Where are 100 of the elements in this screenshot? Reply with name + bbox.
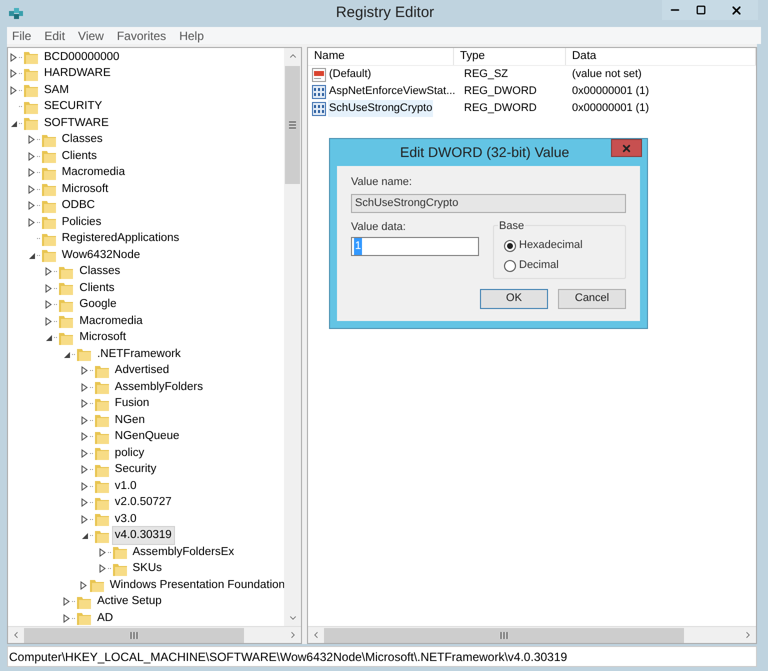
- expand-arrow-icon[interactable]: [28, 168, 36, 178]
- expand-arrow-icon[interactable]: [63, 597, 72, 606]
- tree-item[interactable]: SKUs: [130, 559, 165, 578]
- expand-arrow-icon[interactable]: [28, 152, 36, 161]
- tree-item[interactable]: Classes: [58, 130, 106, 150]
- value-name[interactable]: SchUseStrongCrypto: [328, 100, 434, 117]
- radio-button[interactable]: [504, 260, 516, 272]
- tree-item[interactable]: HARDWARE: [41, 64, 114, 84]
- expand-arrow-icon[interactable]: [80, 498, 89, 508]
- maximize-icon: [696, 5, 706, 15]
- expand-arrow-icon[interactable]: [80, 465, 89, 474]
- expand-arrow-icon[interactable]: [28, 135, 36, 144]
- dialog-button[interactable]: Cancel: [558, 288, 626, 308]
- value-data-label: Value data:: [351, 220, 407, 234]
- tree-item[interactable]: .NETFramework: [94, 344, 184, 364]
- expand-arrow-icon[interactable]: [45, 316, 54, 326]
- value-name[interactable]: AspNetEnforceViewStat...: [328, 83, 456, 100]
- expand-arrow-icon[interactable]: [28, 218, 36, 227]
- tree-item[interactable]: Active Setup: [94, 592, 165, 612]
- close-icon: [730, 4, 742, 16]
- expand-arrow-icon[interactable]: [80, 448, 89, 458]
- radio-button[interactable]: [504, 240, 516, 252]
- radio-option[interactable]: Hexadecimal: [504, 236, 625, 256]
- collapse-arrow-icon[interactable]: [45, 333, 54, 342]
- scroll-thumb[interactable]: [285, 66, 300, 184]
- tree-item[interactable]: AssemblyFolders: [112, 378, 206, 397]
- tree-item[interactable]: SECURITY: [41, 97, 106, 116]
- close-button[interactable]: [714, 0, 758, 20]
- minimize-button[interactable]: [662, 0, 688, 20]
- tree-item[interactable]: Microsoft: [76, 328, 130, 348]
- menu-item[interactable]: File: [12, 26, 32, 44]
- column-header[interactable]: Name: [308, 48, 454, 65]
- tree-item[interactable]: Macromedia: [76, 312, 146, 331]
- folder-icon: [23, 49, 39, 66]
- expand-arrow-icon[interactable]: [10, 52, 18, 62]
- tree-item[interactable]: SAM: [41, 80, 72, 100]
- expand-arrow-icon[interactable]: [10, 69, 18, 78]
- expand-arrow-icon[interactable]: [80, 366, 89, 376]
- expand-arrow-icon[interactable]: [28, 184, 36, 194]
- value-data: 0x00000001 (1): [571, 84, 650, 100]
- tree-item[interactable]: ODBC: [58, 196, 98, 216]
- status-path: Computer\HKEY_LOCAL_MACHINE\SOFTWARE\Wow6432Node\Microsoft\.NETFramework\v4.0.30319: [9, 648, 568, 666]
- expand-arrow-icon[interactable]: [80, 482, 89, 491]
- window-title: Registry Editor: [334, 3, 436, 24]
- collapse-arrow-icon[interactable]: [80, 531, 89, 540]
- scroll-thumb[interactable]: [324, 628, 684, 642]
- expand-arrow-icon[interactable]: [98, 548, 106, 557]
- tree-item[interactable]: SOFTWARE: [41, 114, 112, 133]
- tree-item[interactable]: Security: [112, 460, 160, 480]
- tree-item[interactable]: Microsoft: [58, 180, 112, 199]
- expand-arrow-icon[interactable]: [28, 201, 36, 210]
- collapse-arrow-icon[interactable]: [63, 350, 72, 359]
- column-header[interactable]: Type: [454, 48, 566, 65]
- expand-arrow-icon[interactable]: [45, 300, 54, 310]
- tree-item[interactable]: Google: [76, 295, 120, 314]
- tree-item[interactable]: Wow6432Node: [58, 246, 144, 265]
- dialog-button[interactable]: OK: [480, 288, 548, 308]
- tree-item[interactable]: RegisteredApplications: [58, 229, 182, 248]
- horizontal-scrollbar[interactable]: [8, 626, 301, 643]
- scroll-thumb[interactable]: [24, 628, 244, 642]
- tree-item[interactable]: Clients: [76, 278, 118, 298]
- radio-option[interactable]: Decimal: [504, 256, 625, 276]
- tree-item[interactable]: v4.0.30319: [112, 526, 175, 546]
- tree-item[interactable]: Fusion: [112, 394, 152, 414]
- menu-item[interactable]: View: [78, 26, 104, 44]
- tree-item[interactable]: BCD00000000: [41, 48, 122, 67]
- tree-item[interactable]: Advertised: [112, 361, 172, 380]
- menu-item[interactable]: Favorites: [116, 26, 166, 44]
- expand-arrow-icon[interactable]: [80, 382, 89, 392]
- horizontal-scrollbar[interactable]: [308, 626, 756, 643]
- expand-arrow-icon[interactable]: [80, 580, 88, 590]
- expand-arrow-icon[interactable]: [80, 432, 89, 442]
- tree-item[interactable]: Windows Presentation Foundation: [106, 576, 284, 595]
- expand-arrow-icon[interactable]: [80, 514, 89, 524]
- column-header[interactable]: Data: [566, 48, 756, 65]
- tree-item[interactable]: NGenQueue: [112, 427, 182, 446]
- expand-arrow-icon[interactable]: [98, 564, 106, 574]
- expand-arrow-icon[interactable]: [80, 399, 89, 408]
- vertical-scrollbar[interactable]: [284, 48, 301, 626]
- expand-arrow-icon[interactable]: [45, 267, 54, 276]
- value-name[interactable]: (Default): [328, 66, 372, 83]
- tree-item[interactable]: v2.0.50727: [112, 493, 175, 512]
- expand-arrow-icon[interactable]: [10, 86, 18, 95]
- menu-item[interactable]: Help: [179, 26, 204, 44]
- expand-arrow-icon[interactable]: [45, 284, 54, 293]
- tree-item[interactable]: Macromedia: [58, 163, 128, 182]
- collapse-arrow-icon[interactable]: [10, 118, 18, 128]
- menu-item[interactable]: Edit: [44, 26, 66, 44]
- tree-item[interactable]: AssemblyFoldersEx: [130, 542, 238, 562]
- tree-item[interactable]: NGen: [112, 410, 148, 430]
- expand-arrow-icon[interactable]: [63, 614, 72, 623]
- tree-item[interactable]: Policies: [58, 212, 104, 232]
- tree-item[interactable]: Clients: [58, 146, 100, 166]
- tree-item[interactable]: Classes: [76, 262, 124, 282]
- tree-item[interactable]: AD: [94, 608, 116, 626]
- collapse-arrow-icon[interactable]: [28, 250, 36, 260]
- tree-item[interactable]: v1.0: [112, 476, 140, 496]
- expand-arrow-icon[interactable]: [80, 416, 89, 425]
- tree-item[interactable]: v3.0: [112, 510, 140, 529]
- tree-item[interactable]: policy: [112, 444, 148, 463]
